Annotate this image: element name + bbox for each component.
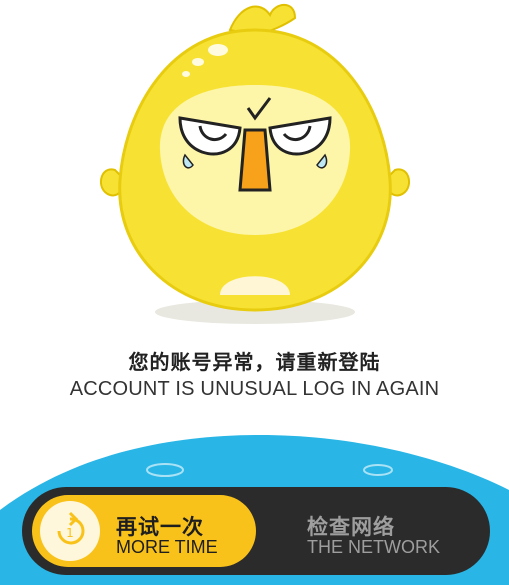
retry-button[interactable]: 1 再试一次 MORE TIME xyxy=(32,495,256,567)
error-message-cn: 您的账号异常，请重新登陆 xyxy=(128,350,381,374)
retry-icon-number: 1 xyxy=(66,526,74,540)
error-message-en: ACCOUNT IS UNUSUAL LOG IN AGAIN xyxy=(69,378,440,400)
retry-icon: 1 xyxy=(40,501,100,561)
check-network-label-en: THE NETWORK xyxy=(307,537,440,557)
check-network-button[interactable]: 检查网络 THE NETWORK xyxy=(300,505,480,565)
mascot-illustration xyxy=(100,3,410,324)
retry-label-en: MORE TIME xyxy=(116,537,218,557)
